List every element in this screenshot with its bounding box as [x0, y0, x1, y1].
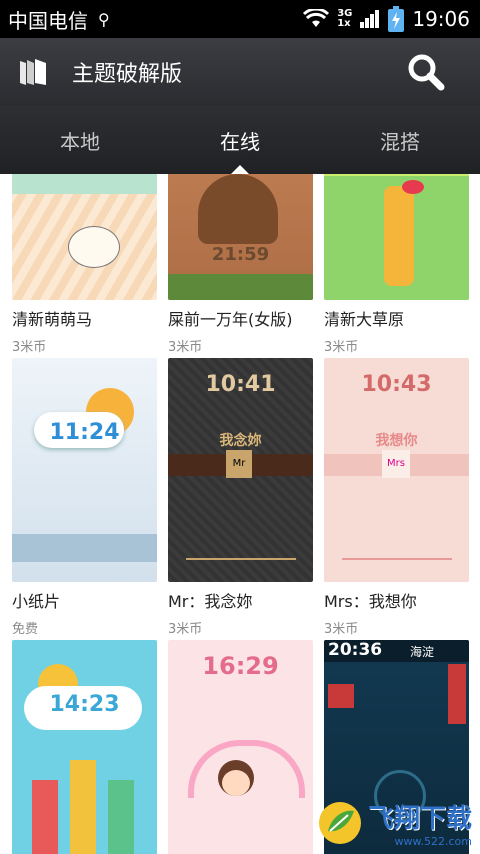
- theme-thumbnail[interactable]: 10:41 我念妳 Mr: [168, 358, 313, 582]
- search-button[interactable]: [406, 52, 446, 92]
- theme-name: 清新萌萌马: [12, 310, 93, 329]
- tab-bar: 本地 在线 混搭: [0, 106, 480, 174]
- lock-tag: Mrs: [382, 450, 410, 478]
- wifi-icon: [303, 9, 330, 27]
- theme-price: 免费: [12, 622, 39, 637]
- search-icon: [408, 54, 445, 91]
- theme-thumbnail[interactable]: [12, 174, 157, 300]
- battery-charging-icon: [388, 6, 405, 32]
- theme-card[interactable]: 10:41 我念妳 Mr Mr：我念妳 3米币: [168, 358, 313, 637]
- theme-thumbnail[interactable]: [324, 174, 469, 300]
- theme-price: 3米币: [168, 340, 203, 355]
- theme-thumbnail[interactable]: 16:29: [168, 640, 313, 854]
- lock-clock: 14:23: [49, 692, 120, 717]
- theme-name: Mr：我念妳: [168, 592, 253, 611]
- theme-thumbnail[interactable]: 11:24: [12, 358, 157, 582]
- watermark-url: www.522.com: [394, 835, 472, 848]
- tab-online[interactable]: 在线: [160, 106, 320, 174]
- tab-mix[interactable]: 混搭: [320, 106, 480, 174]
- lock-caption: 我念妳: [219, 433, 262, 449]
- lock-clock: 10:43: [361, 372, 432, 397]
- watermark: 飞翔下载 www.522.com: [318, 798, 472, 848]
- theme-name: Mrs：我想你: [324, 592, 417, 611]
- theme-thumbnail[interactable]: 14:23: [12, 640, 157, 854]
- page-title: 主题破解版: [72, 62, 183, 87]
- lock-location: 海淀: [410, 645, 435, 659]
- theme-card[interactable]: 清新萌萌马 3米币: [12, 174, 157, 355]
- signal-icon: [360, 10, 380, 28]
- theme-card[interactable]: 11:24 小纸片 免费: [12, 358, 157, 637]
- theme-price: 3米币: [168, 622, 203, 637]
- lock-clock: 11:24: [49, 420, 120, 445]
- theme-grid: 清新萌萌马 3米币 21:59 屎前一万年(女版) 3米币 清新大草原 3米币 …: [0, 174, 480, 854]
- theme-card[interactable]: 清新大草原 3米币: [324, 174, 469, 355]
- theme-price: 3米币: [324, 622, 359, 637]
- theme-card[interactable]: 16:29: [168, 640, 313, 854]
- theme-card[interactable]: 10:43 我想你 Mrs Mrs：我想你 3米币: [324, 358, 469, 637]
- theme-card[interactable]: 14:23: [12, 640, 157, 854]
- clock-label: 19:06: [412, 7, 470, 31]
- theme-price: 3米币: [324, 340, 359, 355]
- lock-clock: 10:41: [205, 372, 276, 397]
- leaf-logo-icon: [318, 802, 361, 844]
- usb-icon: ⚲: [98, 9, 110, 29]
- action-bar: 主题破解版: [0, 38, 480, 106]
- theme-app-icon[interactable]: [16, 55, 50, 89]
- lock-tag: Mr: [226, 450, 252, 478]
- theme-name: 屎前一万年(女版): [168, 310, 293, 329]
- lock-caption: 我想你: [375, 433, 418, 449]
- theme-price: 3米币: [12, 340, 47, 355]
- theme-thumbnail[interactable]: 21:59: [168, 174, 313, 300]
- lock-clock: 20:36: [328, 640, 383, 660]
- theme-name: 小纸片: [12, 592, 61, 611]
- watermark-text: 飞翔下载: [367, 804, 472, 834]
- tab-local[interactable]: 本地: [0, 106, 160, 174]
- theme-thumbnail[interactable]: 10:43 我想你 Mrs: [324, 358, 469, 582]
- network-type-indicator: 3G 1x: [337, 8, 353, 29]
- carrier-label: 中国电信: [8, 8, 88, 33]
- lock-clock: 16:29: [202, 652, 279, 680]
- theme-card[interactable]: 21:59 屎前一万年(女版) 3米币: [168, 174, 313, 355]
- lock-clock: 21:59: [211, 244, 270, 265]
- status-bar: 中国电信 ⚲ 3G 1x 19:06: [0, 0, 480, 38]
- theme-name: 清新大草原: [324, 310, 405, 329]
